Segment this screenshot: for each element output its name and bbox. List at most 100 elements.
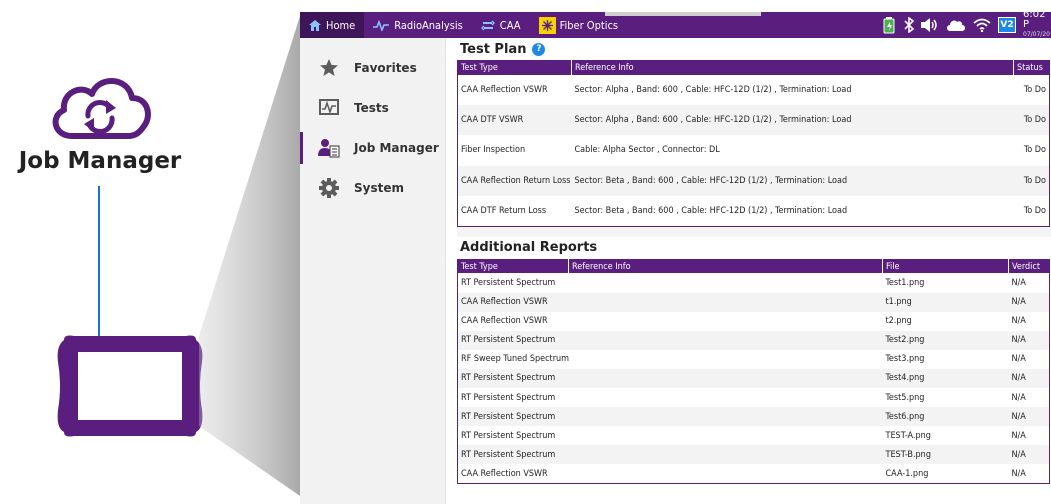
tab-radioanalysis[interactable]: RadioAnalysis — [364, 12, 472, 38]
table-row[interactable]: RT Persistent Spectrum Test4.png N/A — [457, 368, 1050, 389]
status-cell: To Do — [1023, 145, 1046, 156]
table-row[interactable]: CAA DTF VSWR Sector: Alpha , Band: 600 ,… — [457, 104, 1050, 136]
verdict-cell: N/A — [1008, 292, 1050, 312]
reference-info-cell: Sector: Alpha , Band: 600 , Cable: HFC-1… — [571, 104, 1014, 136]
column-header[interactable]: Test Type — [457, 259, 569, 274]
verdict-cell: N/A — [1008, 368, 1050, 389]
test-type-cell: RT Persistent Spectrum — [457, 330, 569, 350]
table-row[interactable]: RT Persistent Spectrum Test1.png N/A — [458, 273, 1050, 292]
test-type-cell: Fiber Inspection — [461, 145, 526, 156]
test-type-cell: CAA Reflection Return Loss — [457, 165, 572, 197]
column-header[interactable]: Test Type — [457, 60, 572, 75]
test-type-cell: RF Sweep Tuned Spectrum — [461, 354, 569, 365]
tab-indicator — [605, 12, 761, 16]
reference-info-cell — [569, 312, 883, 331]
job-manager-icon — [318, 137, 340, 159]
test-type-cell: CAA DTF Return Loss — [461, 206, 547, 216]
table-row[interactable]: RT Persistent Spectrum Test5.png N/A — [458, 388, 1050, 407]
file-cell: Test3.png — [885, 354, 925, 365]
table-row[interactable]: CAA DTF Return Loss Sector: Beta , Band:… — [458, 196, 1050, 226]
table-row[interactable]: RT Persistent Spectrum TEST-A.png N/A — [458, 426, 1050, 445]
file-cell: Test5.png — [885, 392, 925, 403]
file-cell: t1.png — [882, 292, 1009, 312]
reference-info-cell — [569, 426, 883, 445]
table-row[interactable]: CAA Reflection VSWR t1.png N/A — [457, 292, 1050, 312]
home-icon — [309, 19, 321, 31]
reference-info-cell — [568, 407, 883, 427]
main-content: Test Plan ? Test Type Reference Info Sta… — [457, 38, 1051, 504]
test-type-cell: CAA Reflection VSWR — [461, 316, 548, 327]
sidebar-item-system[interactable]: System — [300, 168, 445, 208]
verdict-cell: N/A — [1011, 468, 1026, 479]
tab-home-label: Home — [326, 18, 356, 32]
illustration: Job Manager — [0, 0, 300, 504]
verdict-cell: N/A — [1008, 445, 1050, 465]
cloud-sync-icon — [52, 78, 151, 139]
fiber-optics-icon — [538, 16, 556, 34]
table-row[interactable]: Fiber Inspection Cable: Alpha Sector , C… — [458, 135, 1050, 165]
table-row[interactable]: CAA Reflection VSWR t2.png N/A — [458, 312, 1050, 331]
top-bar: Home RadioAnalysis CAA Fiber Optics V2 6… — [300, 12, 1051, 38]
table-row[interactable]: RT Persistent Spectrum Test2.png N/A — [457, 330, 1050, 350]
reference-info-cell — [569, 464, 883, 483]
file-cell: t2.png — [885, 316, 912, 327]
test-type-cell: RT Persistent Spectrum — [461, 278, 556, 288]
table-row[interactable]: RF Sweep Tuned Spectrum Test3.png N/A — [458, 350, 1050, 369]
file-cell: Test1.png — [885, 278, 925, 288]
status-area: V2 6:02 P 07/07/20 — [883, 12, 1051, 38]
battery-icon[interactable] — [883, 16, 897, 34]
table-row[interactable]: RT Persistent Spectrum Test6.png N/A — [457, 407, 1050, 427]
test-type-cell: RT Persistent Spectrum — [457, 368, 569, 389]
additional-reports-heading: Additional Reports — [457, 237, 1051, 259]
table-header-row: Test Type Reference Info Status — [457, 60, 1050, 75]
status-cell: To Do — [1013, 104, 1050, 136]
sidebar-item-tests[interactable]: Tests — [300, 88, 445, 128]
status-cell: To Do — [1023, 84, 1046, 95]
help-icon[interactable]: ? — [532, 42, 546, 56]
sidebar-item-favorites[interactable]: Favorites — [300, 48, 445, 88]
sidebar-item-label: Favorites — [354, 61, 417, 75]
column-header[interactable]: Status — [1013, 60, 1050, 75]
sidebar-item-label: System — [354, 181, 404, 195]
tab-home[interactable]: Home — [300, 12, 365, 38]
test-type-cell: CAA Reflection VSWR — [457, 292, 569, 312]
test-plan-title: Test Plan — [460, 41, 527, 57]
gear-icon — [318, 177, 340, 199]
sidebar-item-label: Tests — [354, 101, 389, 115]
file-cell: TEST-B.png — [882, 445, 1009, 465]
test-type-cell: RT Persistent Spectrum — [461, 430, 556, 441]
tab-caa[interactable]: CAA — [472, 12, 530, 38]
reference-info-cell: Cable: Alpha Sector , Connector: DL — [574, 145, 720, 156]
file-cell: CAA-1.png — [885, 468, 929, 479]
file-cell: Test6.png — [882, 407, 1009, 427]
status-cell: To Do — [1013, 165, 1050, 197]
clock-time: 6:02 P — [1023, 12, 1046, 30]
bluetooth-icon[interactable] — [904, 17, 914, 33]
column-header[interactable]: File — [882, 259, 1009, 274]
test-type-cell: CAA DTF VSWR — [457, 104, 572, 136]
reference-info-cell: Sector: Alpha , Band: 600 , Cable: HFC-1… — [574, 84, 852, 95]
verdict-cell: N/A — [1008, 407, 1050, 427]
column-header[interactable]: Reference Info — [568, 259, 883, 274]
sidebar-item-job-manager[interactable]: Job Manager — [300, 128, 445, 168]
reference-info-cell: Sector: Beta , Band: 600 , Cable: HFC-12… — [571, 165, 1014, 197]
projection-shadow — [199, 16, 300, 496]
reference-info-cell — [568, 445, 883, 465]
pulse-icon — [373, 19, 390, 31]
table-row[interactable]: CAA Reflection VSWR CAA-1.png N/A — [458, 464, 1050, 483]
table-row[interactable]: CAA Reflection Return Loss Sector: Beta … — [457, 165, 1050, 197]
tab-radioanalysis-label: RadioAnalysis — [394, 18, 463, 32]
table-row[interactable]: RT Persistent Spectrum TEST-B.png N/A — [457, 445, 1050, 465]
column-header[interactable]: Reference Info — [571, 60, 1014, 75]
cloud-icon[interactable] — [946, 19, 966, 32]
file-cell: Test4.png — [882, 368, 1009, 389]
file-cell: Test2.png — [882, 330, 1009, 350]
table-row[interactable]: CAA Reflection VSWR Sector: Alpha , Band… — [458, 75, 1050, 105]
column-header[interactable]: Verdict — [1008, 259, 1050, 274]
profile-badge[interactable]: V2 — [998, 17, 1016, 33]
wifi-icon[interactable] — [973, 18, 991, 32]
speaker-icon[interactable] — [921, 18, 939, 32]
test-plan-table: Test Type Reference Info Status CAA Refl… — [457, 60, 1050, 227]
section-divider — [457, 226, 1051, 237]
tests-icon — [318, 97, 340, 119]
